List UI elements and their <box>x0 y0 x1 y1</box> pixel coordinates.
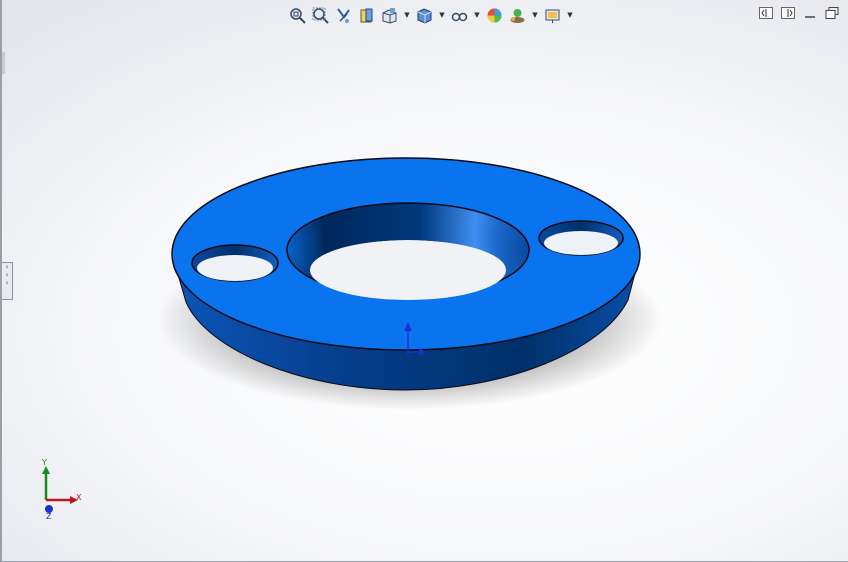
center-bore-through <box>310 240 506 300</box>
flange-part-model[interactable] <box>2 0 848 562</box>
bolt-hole-right-through <box>544 231 618 255</box>
bolt-hole-left-through <box>197 255 273 281</box>
reference-triad: Y X Z <box>36 458 92 522</box>
triad-x-label: X <box>76 493 82 502</box>
triad-y-label: Y <box>42 458 47 467</box>
graphics-area[interactable]: ‹ ‹ ‹ ▼ ▼ ▼ ▼ ▼ Y X Z <box>0 0 848 562</box>
triad-z-label: Z <box>46 512 52 521</box>
